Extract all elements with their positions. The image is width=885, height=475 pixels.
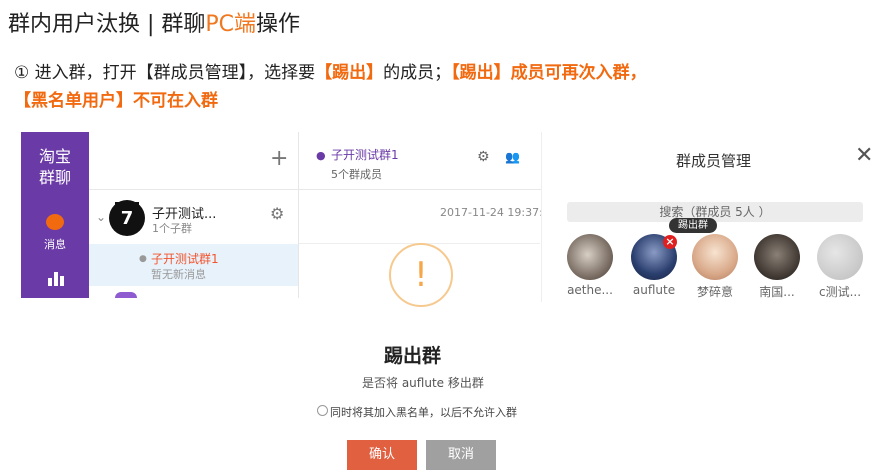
stats-icon[interactable] bbox=[48, 272, 64, 286]
member-name: c测试... bbox=[818, 285, 862, 299]
instruction-line-2: 【黑名单用户】不可在入群 bbox=[14, 91, 218, 111]
chat-bubble-icon: ● bbox=[316, 149, 326, 162]
member-name: aethe... bbox=[567, 283, 613, 297]
dialog-title: 踢出群 bbox=[384, 345, 442, 367]
instruction-line-1: ① 进入群，打开【群成员管理】，选择要【踢出】的成员；【踢出】成员可再次入群， bbox=[14, 63, 647, 83]
member-search-input[interactable]: 搜索（群成员 5人 ） bbox=[567, 202, 863, 222]
member-name: 南国... bbox=[759, 285, 795, 299]
confirm-button[interactable]: 确认 bbox=[347, 440, 417, 470]
member-avatar[interactable] bbox=[817, 234, 863, 280]
settings-icon[interactable]: ⚙ bbox=[477, 149, 490, 165]
subgroup-status: 暂无新消息 bbox=[151, 268, 206, 281]
dialog-message: 是否将 auflute 移出群 bbox=[362, 376, 484, 390]
chat-bubble-icon: ● bbox=[139, 254, 147, 264]
member-name: auflute bbox=[632, 283, 676, 297]
chevron-down-icon[interactable]: ⌄ bbox=[96, 210, 106, 224]
page-title: 群内用户汰换 | 群聊PC端操作 bbox=[8, 12, 301, 37]
group-avatar[interactable]: 7 bbox=[109, 200, 145, 236]
subgroup-name[interactable]: 子开测试群1 bbox=[151, 250, 219, 267]
member-avatar[interactable] bbox=[567, 234, 613, 280]
group-subcount: 1个子群 bbox=[152, 222, 192, 235]
brand-logo: 淘宝 群聊 bbox=[38, 147, 71, 187]
add-icon[interactable]: + bbox=[270, 146, 288, 171]
timestamp: 2017-11-24 19:37:48 bbox=[440, 206, 557, 219]
close-icon[interactable]: ✕ bbox=[855, 143, 873, 168]
members-icon[interactable]: 👥 bbox=[505, 150, 520, 164]
kick-tooltip: 踢出群 bbox=[669, 218, 717, 233]
blacklist-checkbox[interactable] bbox=[317, 405, 328, 416]
nav-messages-label[interactable]: 消息 bbox=[21, 236, 89, 252]
chat-title: 子开测试群1 bbox=[331, 148, 399, 162]
gear-icon[interactable]: ⚙ bbox=[270, 204, 284, 223]
blacklist-checkbox-label[interactable]: 同时将其加入黑名单，以后不允许入群 bbox=[330, 404, 517, 420]
warning-icon: ! bbox=[389, 243, 453, 307]
avatar-partial bbox=[115, 292, 137, 298]
member-avatar[interactable] bbox=[754, 234, 800, 280]
panel-title: 群成员管理 bbox=[676, 152, 752, 170]
member-name: 梦碎意 bbox=[696, 285, 733, 299]
app-sidebar: 淘宝 群聊 消息 bbox=[21, 132, 89, 298]
member-avatar[interactable] bbox=[692, 234, 738, 280]
message-icon[interactable] bbox=[46, 214, 64, 230]
cancel-button[interactable]: 取消 bbox=[426, 440, 496, 470]
chat-member-count: 5个群成员 bbox=[331, 168, 382, 181]
remove-icon[interactable]: × bbox=[663, 235, 677, 249]
